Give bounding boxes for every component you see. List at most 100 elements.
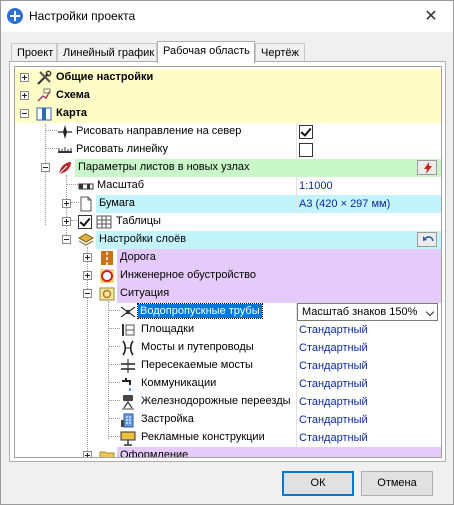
- layers-icon: [78, 233, 94, 246]
- tree-row-crossing-bridges[interactable]: Пересекаемые мосты Стандартный: [15, 357, 441, 375]
- expand-icon[interactable]: [62, 199, 71, 208]
- collapse-icon[interactable]: [20, 109, 29, 118]
- tree-row-railway[interactable]: Железнодорожные переезды Стандартный: [15, 393, 441, 411]
- tree-row-buildings[interactable]: Застройка Стандартный: [15, 411, 441, 429]
- close-button[interactable]: ✕: [409, 1, 453, 32]
- cancel-button[interactable]: Отмена: [361, 471, 433, 496]
- tools-icon: [37, 70, 52, 85]
- bridges-value[interactable]: Стандартный: [296, 339, 368, 357]
- tree-label: Параметры листов в новых узлах: [78, 161, 250, 173]
- settings-tree: Общие настройки Схема Карта Рисовать нап…: [14, 66, 442, 458]
- tab-workspace[interactable]: Рабочая область: [157, 41, 255, 63]
- railway-value[interactable]: Стандартный: [296, 393, 368, 411]
- tree-row-tables[interactable]: Таблицы: [15, 213, 441, 231]
- tree-label: Бумага: [99, 197, 135, 209]
- tree-row-engineering[interactable]: Инженерное обустройство: [15, 267, 441, 285]
- collapse-icon[interactable]: [62, 235, 71, 244]
- tree-label: Мосты и путепроводы: [141, 341, 254, 353]
- tab-panel-workspace: Общие настройки Схема Карта Рисовать нап…: [9, 61, 446, 462]
- communications-value[interactable]: Стандартный: [296, 375, 368, 393]
- expand-icon[interactable]: [20, 91, 29, 100]
- tree-label: Ситуация: [120, 287, 170, 299]
- tree-row-paper[interactable]: Бумага А3 (420 × 297 мм): [15, 195, 441, 213]
- tree-label: Оформление: [120, 449, 189, 458]
- tree-row-sheet-params[interactable]: Параметры листов в новых узлах: [15, 159, 441, 177]
- expand-icon[interactable]: [83, 271, 92, 280]
- scheme-icon: [37, 88, 51, 102]
- ruler-checkbox[interactable]: [299, 143, 313, 157]
- tree-row-communications[interactable]: Коммуникации Стандартный: [15, 375, 441, 393]
- advertising-value[interactable]: Стандартный: [296, 429, 368, 447]
- expand-icon[interactable]: [83, 451, 92, 457]
- collapse-icon[interactable]: [41, 163, 50, 172]
- road-sign-icon: [100, 269, 114, 283]
- close-icon: ✕: [424, 8, 438, 25]
- tree-row-north-arrow[interactable]: Рисовать направление на север: [15, 123, 441, 141]
- billboard-icon: [120, 431, 136, 446]
- title-bar: Настройки проекта ✕: [1, 1, 453, 32]
- crossing-bridge-icon: [121, 359, 135, 373]
- tree-label: Карта: [56, 107, 88, 119]
- tree-label: Коммуникации: [141, 377, 217, 389]
- tree-row-map[interactable]: Карта: [15, 105, 441, 123]
- tree-label: Инженерное обустройство: [120, 269, 256, 281]
- tree-label: Настройки слоёв: [99, 233, 187, 245]
- tree-label: Таблицы: [116, 215, 161, 227]
- tree-row-situation[interactable]: Ситуация: [15, 285, 441, 303]
- ruler-icon: [58, 147, 72, 153]
- tree-label: Рисовать линейку: [76, 143, 168, 155]
- tree-row-general[interactable]: Общие настройки: [15, 69, 441, 87]
- tree-label: Общие настройки: [56, 71, 154, 83]
- platforms-value[interactable]: Стандартный: [296, 321, 368, 339]
- tables-checkbox[interactable]: [78, 215, 92, 229]
- tree-row-road[interactable]: Дорога: [15, 249, 441, 267]
- situation-icon: [99, 287, 115, 301]
- leaf-sheet-icon: [58, 162, 71, 175]
- tree-label: Рекламные конструкции: [141, 431, 265, 443]
- buildings-value[interactable]: Стандартный: [296, 411, 368, 429]
- culvert-icon: [120, 306, 136, 318]
- faucet-icon: [122, 378, 131, 391]
- scale-value[interactable]: 1:1000: [296, 177, 333, 195]
- tree-label: Схема: [56, 89, 90, 101]
- tree-row-layers[interactable]: Настройки слоёв: [15, 231, 441, 249]
- culverts-scale-select[interactable]: Масштаб знаков 150%: [297, 303, 438, 321]
- tab-linear-graph[interactable]: Линейный график: [57, 43, 157, 62]
- platform-icon: [122, 324, 135, 336]
- bridge-icon: [122, 340, 134, 356]
- north-arrow-checkbox[interactable]: [299, 125, 313, 139]
- tab-drawing[interactable]: Чертёж: [255, 43, 305, 62]
- tree-row-platforms[interactable]: Площадки Стандартный: [15, 321, 441, 339]
- table-icon: [96, 215, 112, 229]
- tree-row-culverts[interactable]: Водопропускные трубы Масштаб знаков 150%: [15, 303, 441, 321]
- undo-icon: [423, 236, 434, 242]
- tree-label: Масштаб: [97, 179, 145, 191]
- tree-row-scale[interactable]: Масштаб 1:1000: [15, 177, 441, 195]
- column-divider: [296, 123, 297, 141]
- tree-label: Пересекаемые мосты: [141, 359, 253, 371]
- chevron-down-icon: [425, 307, 435, 317]
- tree-row-scheme[interactable]: Схема: [15, 87, 441, 105]
- tree-label: Застройка: [141, 413, 194, 425]
- crossing-bridges-value[interactable]: Стандартный: [296, 357, 368, 375]
- paper-value[interactable]: А3 (420 × 297 мм): [296, 195, 390, 213]
- tree-label: Водопропускные трубы: [137, 303, 263, 319]
- expand-icon[interactable]: [62, 217, 71, 226]
- tree-row-ruler[interactable]: Рисовать линейку: [15, 141, 441, 159]
- app-icon: [7, 8, 23, 24]
- tree-row-design[interactable]: Оформление: [15, 447, 441, 458]
- tab-project[interactable]: Проект: [11, 43, 57, 62]
- map-icon: [36, 107, 52, 121]
- scale-icon: [78, 183, 94, 190]
- tree-row-bridges[interactable]: Мосты и путепроводы Стандартный: [15, 339, 441, 357]
- tree-label: Рисовать направление на север: [76, 125, 242, 137]
- folder-icon: [99, 451, 115, 457]
- apply-sheet-params-button[interactable]: [417, 160, 437, 175]
- project-settings-dialog: Настройки проекта ✕ Проект Линейный граф…: [0, 0, 454, 505]
- collapse-icon[interactable]: [83, 289, 92, 298]
- ok-button[interactable]: ОК: [282, 471, 354, 496]
- tree-row-advertising[interactable]: Рекламные конструкции Стандартный: [15, 429, 441, 447]
- expand-icon[interactable]: [83, 253, 92, 262]
- reset-layers-button[interactable]: [417, 232, 437, 247]
- expand-icon[interactable]: [20, 73, 29, 82]
